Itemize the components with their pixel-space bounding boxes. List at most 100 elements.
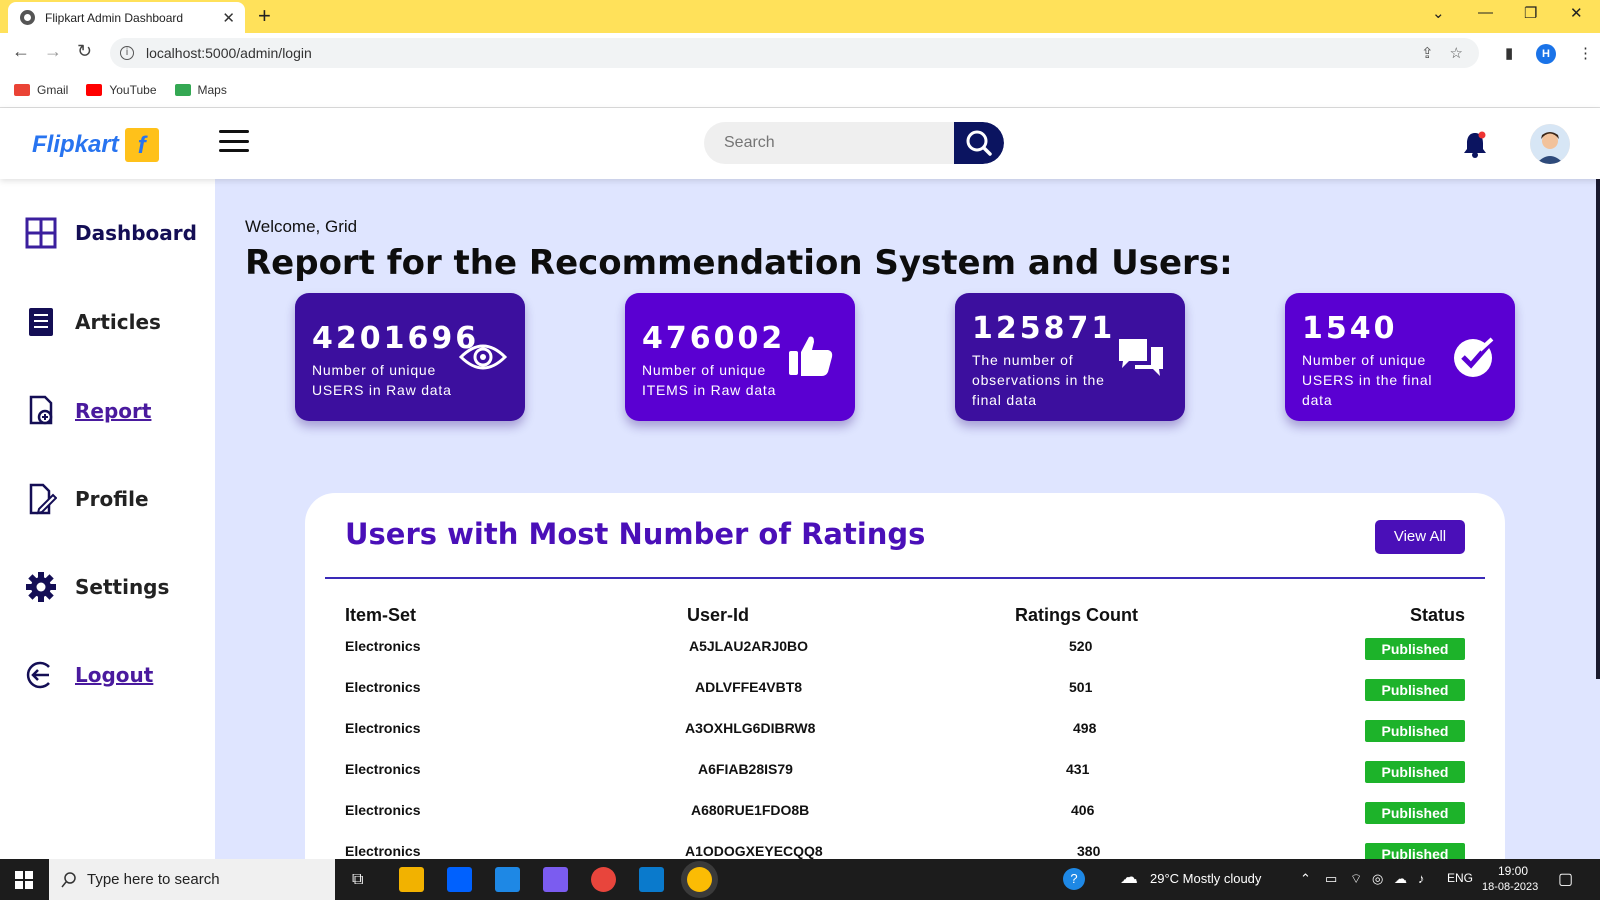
taskbar-search-icon [61, 871, 76, 887]
column-header-status: Status [1409, 605, 1465, 625]
language-indicator[interactable]: ENG [1447, 871, 1473, 885]
column-header-ratings-count: Ratings Count [1015, 605, 1138, 625]
cell-ratings-count: 431 [1066, 761, 1090, 777]
cell-item-set: Electronics [345, 679, 421, 695]
sidebar-item-report[interactable]: Report [25, 395, 151, 427]
ratings-panel: Users with Most Number of Ratings View A… [305, 493, 1505, 859]
cell-item-set: Electronics [345, 761, 421, 777]
sidebar-item-logout[interactable]: Logout [25, 659, 153, 691]
table-row[interactable]: Electronics A1ODOGXEYECQQ8 380 Published [305, 843, 1505, 859]
search-bar [704, 122, 1004, 164]
cell-user-id: A3OXHLG6DIBRW8 [685, 720, 816, 736]
battery-icon[interactable]: ▭ [1325, 871, 1337, 887]
window-close-button[interactable]: ✕ [1570, 4, 1583, 22]
status-badge: Published [1365, 638, 1465, 660]
report-icon [29, 395, 53, 425]
status-badge: Published [1365, 843, 1465, 859]
page-title: Report for the Recommendation System and… [245, 243, 1233, 283]
power-automate-icon[interactable] [543, 867, 568, 892]
bookmark-youtube[interactable]: YouTube [86, 83, 157, 97]
windows-taskbar: Type here to search ⧉ ? ☁ 29°C Mostly cl… [0, 859, 1600, 900]
sidebar-item-dashboard[interactable]: Dashboard [25, 217, 197, 249]
search-button[interactable] [954, 122, 1004, 164]
table-row[interactable]: Electronics ADLVFFE4VBT8 501 Published [305, 679, 1505, 719]
weather-text[interactable]: 29°C Mostly cloudy [1150, 871, 1261, 886]
site-info-icon[interactable]: i [120, 46, 134, 60]
todo-icon[interactable] [495, 867, 520, 892]
file-explorer-icon[interactable] [399, 867, 424, 892]
url-text[interactable]: localhost:5000/admin/login [146, 45, 1421, 61]
tab-search-chevron-icon[interactable]: ⌄ [1432, 4, 1445, 22]
help-icon[interactable]: ? [1063, 868, 1085, 890]
table-row[interactable]: Electronics A5JLAU2ARJ0BO 520 Published [305, 638, 1505, 678]
hamburger-menu-icon[interactable] [219, 130, 249, 152]
volume-icon[interactable]: ♪ [1418, 871, 1425, 886]
task-view-icon[interactable]: ⧉ [352, 871, 363, 889]
browser-tab[interactable]: Flipkart Admin Dashboard ✕ [8, 2, 245, 33]
main-content: Welcome, Grid Report for the Recommendat… [215, 179, 1600, 859]
table-row[interactable]: Electronics A680RUE1FDO8B 406 Published [305, 802, 1505, 842]
reload-button[interactable]: ↻ [77, 41, 92, 62]
stat-card-raw-items: 476002 Number of unique ITEMS in Raw dat… [625, 293, 855, 421]
chrome-icon[interactable] [591, 867, 616, 892]
bookmark-maps[interactable]: Maps [174, 83, 227, 97]
notification-center-icon[interactable]: ▢ [1558, 869, 1573, 889]
onedrive-icon[interactable]: ☁ [1394, 871, 1407, 887]
bookmark-star-icon[interactable]: ☆ [1450, 44, 1463, 62]
restore-button[interactable]: ❐ [1524, 4, 1537, 22]
chrome-profile-icon[interactable] [687, 867, 712, 892]
clock-time[interactable]: 19:00 [1498, 864, 1528, 878]
meet-now-icon[interactable]: ◎ [1372, 871, 1383, 887]
browser-profile-avatar[interactable]: H [1536, 44, 1556, 64]
tab-close-icon[interactable]: ✕ [222, 9, 235, 27]
forward-button[interactable]: → [44, 41, 62, 62]
sidebar-item-profile[interactable]: Profile [25, 483, 149, 515]
search-icon [966, 130, 992, 156]
stat-description: Number of unique ITEMS in Raw data [642, 362, 777, 398]
taskbar-search[interactable]: Type here to search [49, 859, 335, 900]
sidebar-item-label: Settings [75, 575, 170, 599]
table-row[interactable]: Electronics A3OXHLG6DIBRW8 498 Published [305, 720, 1505, 760]
sidebar-item-label: Report [75, 399, 152, 423]
logout-icon [26, 661, 50, 689]
wifi-icon[interactable]: ⌔ [1350, 871, 1362, 887]
bookmark-label: YouTube [109, 83, 157, 97]
flipkart-logo[interactable]: Flipkart f [32, 128, 159, 162]
maps-icon [174, 84, 191, 96]
vscode-icon[interactable] [639, 867, 664, 892]
notification-bell-icon[interactable] [1462, 130, 1488, 163]
tray-chevron-icon[interactable]: ⌃ [1300, 871, 1311, 887]
status-badge: Published [1365, 802, 1465, 824]
sidebar: Dashboard Articles Report Profile Settin… [0, 179, 215, 859]
cell-item-set: Electronics [345, 720, 421, 736]
search-input[interactable] [724, 122, 944, 164]
omnibox[interactable]: i localhost:5000/admin/login ⇪ ☆ [110, 38, 1479, 68]
clock-date[interactable]: 18-08-2023 [1482, 881, 1538, 893]
sidebar-item-settings[interactable]: Settings [25, 571, 169, 603]
minimize-button[interactable]: — [1478, 4, 1493, 21]
status-badge: Published [1365, 679, 1465, 701]
share-icon[interactable]: ⇪ [1421, 44, 1434, 62]
shopping-bag-logo-icon: f [124, 128, 159, 162]
view-all-button[interactable]: View All [1375, 520, 1465, 554]
youtube-icon [86, 84, 103, 96]
weather-cloud-icon[interactable]: ☁ [1120, 867, 1138, 888]
sidebar-item-articles[interactable]: Articles [25, 306, 161, 338]
page-scrollbar[interactable] [1596, 179, 1600, 679]
gmail-icon [14, 84, 30, 96]
column-header-item-set: Item-Set [345, 605, 417, 625]
stat-card-raw-users: 4201696 Number of unique USERS in Raw da… [295, 293, 525, 421]
cell-user-id: A6FIAB28IS79 [698, 761, 793, 777]
taskbar-search-text: Type here to search [87, 871, 220, 888]
app-header: Flipkart f [0, 108, 1600, 179]
new-tab-button[interactable]: + [258, 3, 271, 29]
windows-start-icon[interactable] [15, 871, 33, 889]
side-panel-icon[interactable]: ▮ [1505, 44, 1513, 62]
bookmark-gmail[interactable]: Gmail [14, 83, 68, 97]
chrome-menu-icon[interactable]: ⋮ [1578, 44, 1593, 62]
back-button[interactable]: ← [12, 41, 30, 62]
dropbox-icon[interactable] [447, 867, 472, 892]
table-row[interactable]: Electronics A6FIAB28IS79 431 Published [305, 761, 1505, 801]
user-avatar[interactable] [1530, 124, 1570, 164]
cell-user-id: A5JLAU2ARJ0BO [689, 638, 809, 654]
